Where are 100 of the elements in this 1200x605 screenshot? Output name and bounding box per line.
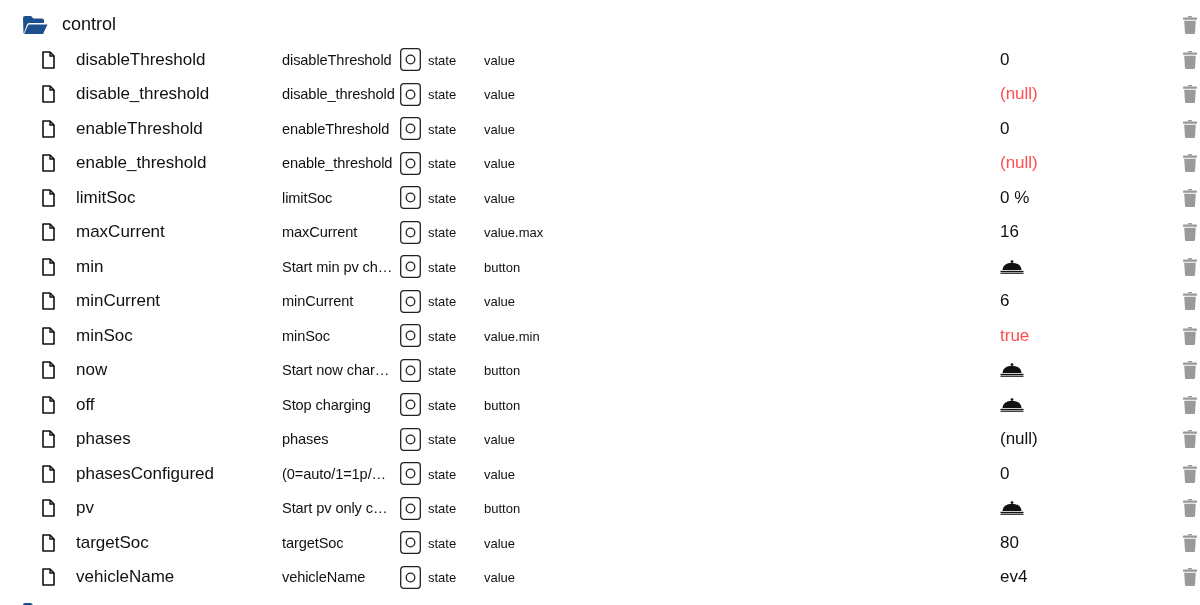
file-icon [42, 85, 55, 104]
delete-icon[interactable] [1183, 533, 1197, 552]
delete-icon[interactable] [1183, 395, 1197, 414]
object-name[interactable]: minSoc [76, 325, 133, 345]
object-role: value [484, 294, 516, 310]
state-type-icon [400, 220, 421, 244]
delete-icon[interactable] [1183, 292, 1197, 311]
object-value: 6 [1000, 291, 1010, 312]
delete-icon[interactable] [1183, 361, 1197, 380]
delete-icon[interactable] [1183, 188, 1197, 207]
object-description: Start now char… [282, 362, 390, 379]
object-name[interactable]: disable_threshold [76, 84, 210, 104]
object-name[interactable]: disableThreshold [76, 49, 206, 69]
object-name[interactable]: vehicleName [76, 567, 175, 587]
object-description: enableThreshold [282, 120, 390, 137]
object-description: minCurrent [282, 293, 354, 310]
file-icon [42, 464, 55, 483]
object-role: button [484, 259, 521, 275]
object-value: 16 [1000, 222, 1019, 243]
file-icon [42, 50, 55, 69]
object-description: minSoc [282, 327, 331, 344]
object-name[interactable]: now [76, 360, 108, 380]
state-type-icon [400, 496, 421, 520]
file-icon [42, 395, 55, 414]
delete-icon[interactable] [1183, 223, 1197, 242]
open-folder-icon[interactable] [22, 15, 48, 36]
object-role: value [484, 570, 516, 586]
object-name[interactable]: enableThreshold [76, 118, 203, 138]
object-name[interactable]: pv [76, 498, 94, 518]
object-description: (0=auto/1=1p/… [282, 465, 387, 482]
delete-icon[interactable] [1183, 430, 1197, 449]
delete-icon[interactable] [1183, 16, 1197, 35]
object-value: ev4 [1000, 567, 1028, 588]
bell-icon[interactable] [1000, 501, 1024, 516]
state-type-icon [400, 82, 421, 106]
object-type: state [428, 328, 457, 344]
state-type-icon [400, 324, 421, 348]
object-name[interactable]: maxCurrent [76, 222, 165, 242]
file-icon [42, 292, 55, 311]
object-description: Start min pv ch… [282, 258, 393, 275]
object-type: state [428, 259, 457, 275]
object-name[interactable]: phasesConfigured [76, 463, 214, 483]
file-icon [42, 361, 55, 380]
bell-icon[interactable] [1000, 397, 1024, 412]
file-icon [42, 257, 55, 276]
file-icon [42, 223, 55, 242]
object-role: button [484, 501, 521, 517]
object-type: state [428, 294, 457, 310]
object-name[interactable]: targetSoc [76, 532, 149, 552]
object-name[interactable]: phases [76, 429, 131, 449]
state-type-icon [400, 565, 421, 589]
object-role: value [484, 432, 516, 448]
object-type: state [428, 466, 457, 482]
object-value: 0 [1000, 118, 1010, 139]
object-type: state [428, 363, 457, 379]
object-value: 0 [1000, 49, 1010, 70]
object-role: button [484, 363, 521, 379]
object-type: state [428, 190, 457, 206]
object-description: Stop charging [282, 396, 371, 413]
delete-icon[interactable] [1183, 499, 1197, 518]
delete-icon[interactable] [1183, 119, 1197, 138]
delete-icon[interactable] [1183, 464, 1197, 483]
object-description: enable_threshold [282, 155, 393, 172]
object-name[interactable]: min [76, 256, 104, 276]
state-type-icon [400, 117, 421, 141]
file-icon [42, 568, 55, 587]
object-type: state [428, 535, 457, 551]
object-value: 80 [1000, 532, 1019, 553]
object-role: value [484, 466, 516, 482]
object-description: maxCurrent [282, 224, 358, 241]
bell-icon[interactable] [1000, 259, 1024, 274]
delete-icon[interactable] [1183, 50, 1197, 69]
object-name[interactable]: minCurrent [76, 291, 161, 311]
object-description: disableThreshold [282, 51, 392, 68]
object-name[interactable]: off [76, 394, 95, 414]
delete-icon[interactable] [1183, 568, 1197, 587]
state-type-icon [400, 462, 421, 486]
file-icon [42, 499, 55, 518]
state-type-icon [400, 151, 421, 175]
object-value: 0 [1000, 463, 1010, 484]
delete-icon[interactable] [1183, 257, 1197, 276]
state-type-icon [400, 531, 421, 555]
delete-icon[interactable] [1183, 326, 1197, 345]
object-role: value [484, 190, 516, 206]
delete-icon[interactable] [1183, 154, 1197, 173]
folder-name[interactable]: control [62, 14, 117, 37]
object-type: state [428, 87, 457, 103]
delete-icon[interactable] [1183, 85, 1197, 104]
object-type: state [428, 501, 457, 517]
state-type-icon [400, 48, 421, 72]
object-description: targetSoc [282, 534, 344, 551]
object-description: vehicleName [282, 569, 366, 586]
object-type: state [428, 52, 457, 68]
object-role: value.max [484, 225, 544, 241]
object-value: (null) [1000, 429, 1038, 450]
bell-icon[interactable] [1000, 363, 1024, 378]
object-role: value [484, 52, 516, 68]
object-value: true [1000, 325, 1030, 346]
object-name[interactable]: limitSoc [76, 187, 136, 207]
object-name[interactable]: enable_threshold [76, 153, 207, 173]
